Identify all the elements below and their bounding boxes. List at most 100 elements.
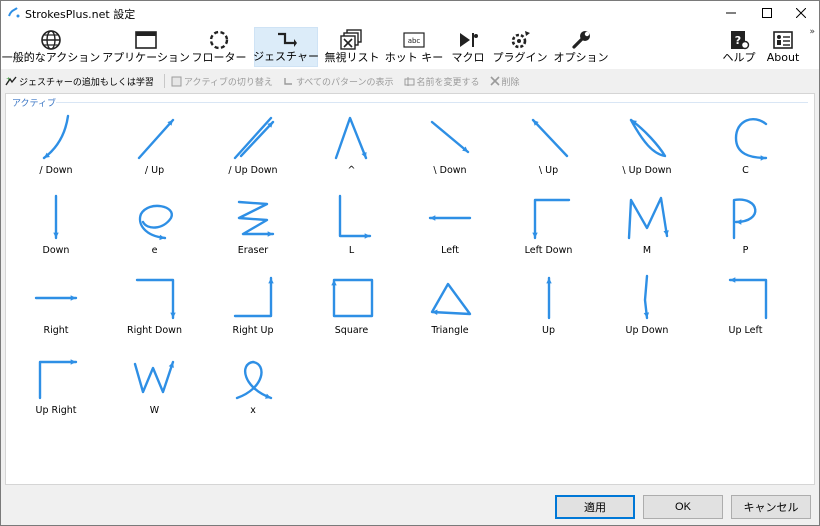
gesture-item[interactable]: Up — [501, 268, 597, 346]
ribbon-plugins[interactable]: プラグイン — [492, 27, 548, 67]
gesture-item[interactable]: Up Left — [698, 268, 794, 346]
gesture-label: Up Left — [728, 325, 763, 336]
gesture-label: Eraser — [237, 245, 269, 256]
gesture-item[interactable]: P — [698, 188, 794, 266]
show-all-patterns-button[interactable]: すべてのパターンの表示 — [283, 75, 394, 88]
gesture-stroke-icon — [430, 282, 472, 316]
gesture-item[interactable]: M — [599, 188, 695, 266]
rename-icon — [404, 76, 414, 86]
gesture-stroke-icon — [330, 278, 373, 318]
gesture-item[interactable]: / Down — [8, 108, 104, 186]
gesture-label: \ Up — [538, 165, 559, 176]
ribbon-label: フローター — [191, 51, 247, 64]
gesture-stroke-icon — [34, 295, 78, 301]
gesture-stroke-icon — [135, 278, 176, 320]
gesture-label: Right — [43, 325, 69, 336]
add-gesture-label: ジェスチャーの追加もしくは学習 — [19, 77, 154, 88]
gesture-label: P — [742, 245, 749, 256]
ok-button[interactable]: OK — [643, 495, 723, 519]
ribbon-help[interactable]: ? ヘルプ — [719, 27, 759, 67]
rename-button[interactable]: 名前を変更する — [404, 75, 480, 88]
gesture-label: Right Up — [232, 325, 274, 336]
gesture-stroke-icon — [233, 276, 274, 318]
gesture-label: x — [250, 405, 256, 416]
gesture-item[interactable]: Down — [8, 188, 104, 266]
gesture-stroke-icon — [42, 114, 70, 160]
gesture-label: \ Up Down — [622, 165, 672, 176]
ribbon-about[interactable]: About — [763, 27, 803, 67]
gesture-label: Left Down — [524, 245, 573, 256]
ribbon-macros[interactable]: マクロ — [447, 27, 489, 67]
ribbon-floater[interactable]: フローター — [191, 27, 247, 67]
apply-button[interactable]: 適用 — [555, 495, 635, 519]
gesture-item[interactable]: \ Up — [501, 108, 597, 186]
ribbon-label: 無視リスト — [324, 51, 380, 64]
gesture-item[interactable]: Right Down — [107, 268, 203, 346]
gesture-stroke-icon — [334, 116, 367, 160]
gesture-label: Square — [334, 325, 369, 336]
rename-label: 名前を変更する — [416, 77, 480, 88]
gesture-label: / Up Down — [228, 165, 278, 176]
window-title: StrokesPlus.net 設定 — [25, 8, 136, 21]
ribbon-general-actions[interactable]: 一般的なアクション — [2, 27, 100, 67]
app-icon — [8, 7, 20, 18]
ribbon-options[interactable]: オプション — [554, 27, 609, 67]
gesture-item[interactable]: e — [107, 188, 203, 266]
gesture-label: C — [742, 165, 749, 176]
maximize-button[interactable] — [751, 1, 783, 25]
gesture-stroke-icon — [734, 118, 767, 161]
window-icon — [134, 29, 158, 51]
gesture-item[interactable]: Left Down — [501, 188, 597, 266]
dialog-footer: 適用 OK キャンセル — [1, 487, 819, 525]
gesture-item[interactable]: \ Up Down — [599, 108, 695, 186]
cancel-button[interactable]: キャンセル — [731, 495, 811, 519]
gesture-item[interactable]: / Up — [107, 108, 203, 186]
gesture-item[interactable]: Up Right — [8, 348, 104, 426]
gesture-label: / Up — [144, 165, 165, 176]
gesture-item[interactable]: Eraser — [205, 188, 301, 266]
show-all-patterns-label: すべてのパターンの表示 — [295, 77, 394, 88]
toggle-active-button[interactable]: アクティブの切り替え — [171, 75, 273, 88]
gesture-item[interactable]: Square — [304, 268, 400, 346]
ribbon-label: マクロ — [451, 51, 485, 64]
gesture-label: L — [348, 245, 355, 256]
gesture-item[interactable]: Triangle — [402, 268, 498, 346]
svg-text:abc: abc — [408, 37, 421, 45]
gesture-item[interactable]: C — [698, 108, 794, 186]
ribbon-label: ヘルプ — [722, 51, 756, 64]
ribbon-hotkeys[interactable]: abc ホット キー — [385, 27, 443, 67]
title-bar: StrokesPlus.net 設定 — [1, 1, 819, 25]
gesture-item[interactable]: Right Up — [205, 268, 301, 346]
gesture-item[interactable]: Up Down — [599, 268, 695, 346]
gesture-list: アクティブ / Down / Up / Up Down ^ \ Down \ U… — [5, 93, 815, 485]
ribbon-label: プラグイン — [492, 51, 548, 64]
gesture-label: \ Down — [433, 165, 467, 176]
gesture-item[interactable]: Right — [8, 268, 104, 346]
ribbon-label: アプリケーション — [102, 51, 190, 64]
gesture-stroke-icon — [545, 276, 552, 320]
gesture-item[interactable]: / Up Down — [205, 108, 301, 186]
ribbon-label: About — [766, 51, 800, 64]
gesture-item[interactable]: \ Down — [402, 108, 498, 186]
close-button[interactable] — [785, 1, 817, 25]
gesture-item[interactable]: Left — [402, 188, 498, 266]
gesture-item[interactable]: x — [205, 348, 301, 426]
gesture-stroke-icon — [643, 274, 650, 320]
gesture-item[interactable]: L — [304, 188, 400, 266]
ribbon-gestures[interactable]: ジェスチャー — [253, 27, 319, 67]
minimize-button[interactable] — [715, 1, 747, 25]
ribbon-expand-icon[interactable]: » — [809, 27, 815, 37]
ribbon-ignore-list[interactable]: 無視リスト — [323, 27, 381, 67]
gesture-item[interactable]: ^ — [304, 108, 400, 186]
gesture-stroke-icon — [338, 194, 371, 239]
floater-icon — [207, 29, 231, 51]
gesture-label: / Down — [39, 165, 73, 176]
ribbon-label: ジェスチャー — [253, 50, 319, 63]
about-icon — [771, 29, 795, 51]
ribbon-applications[interactable]: アプリケーション — [102, 27, 190, 67]
svg-text:?: ? — [735, 34, 741, 47]
gesture-stroke-icon — [531, 118, 568, 158]
delete-button[interactable]: 削除 — [489, 75, 520, 88]
gesture-item[interactable]: W — [107, 348, 203, 426]
add-gesture-button[interactable]: + ジェスチャーの追加もしくは学習 — [5, 75, 154, 88]
